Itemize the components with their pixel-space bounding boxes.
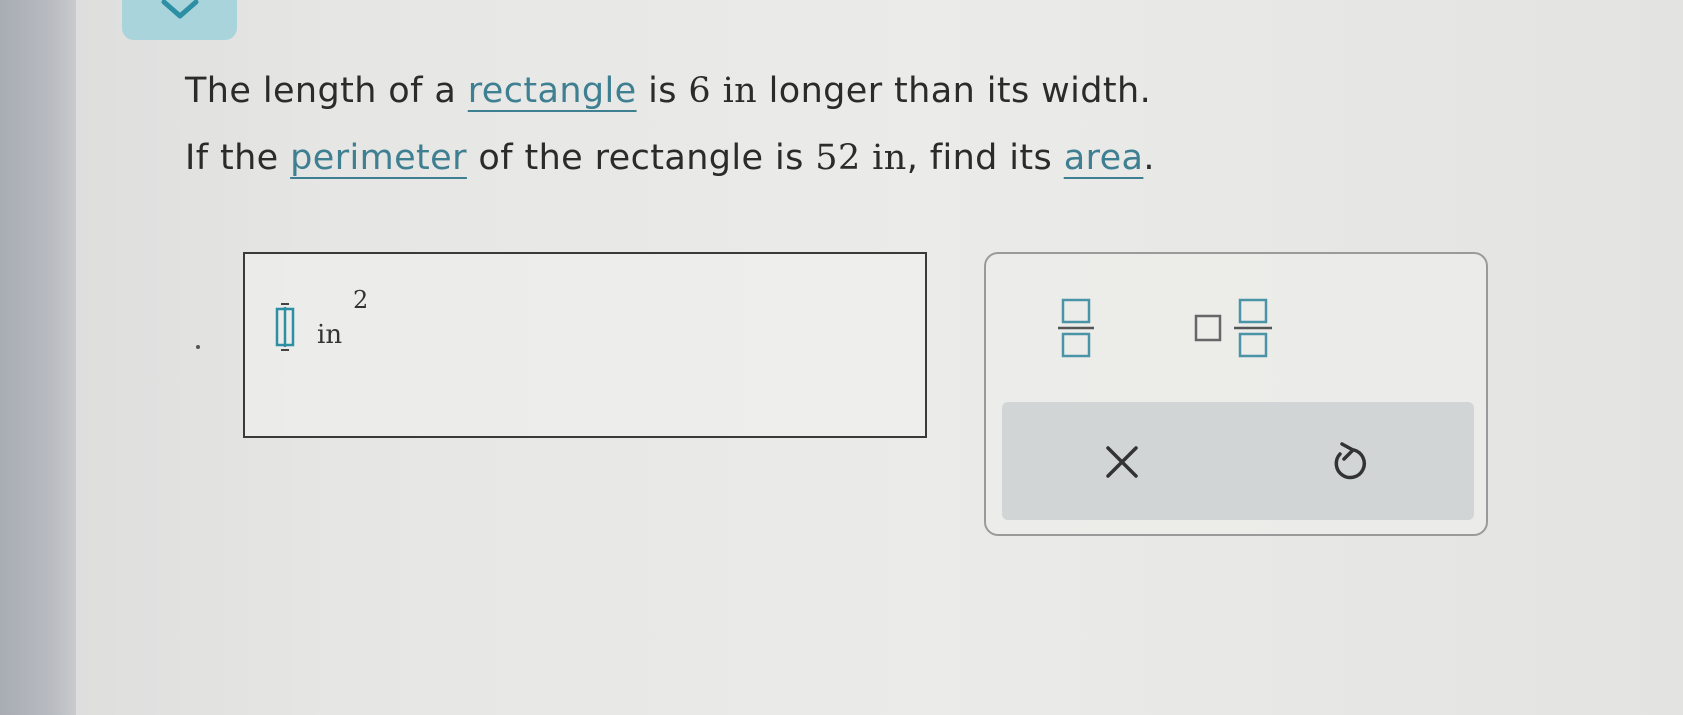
- decorative-dot: [196, 345, 200, 349]
- answer-input[interactable]: [275, 302, 295, 352]
- answer-box[interactable]: in 2: [243, 252, 927, 438]
- fraction-icon: [1058, 298, 1094, 358]
- length-difference-value: 6 in: [688, 71, 758, 111]
- fraction-button[interactable]: [1056, 294, 1096, 360]
- term-link-area[interactable]: area: [1064, 138, 1144, 178]
- perimeter-value: 52 in: [815, 138, 907, 178]
- undo-icon: [1334, 442, 1367, 480]
- answer-unit: in: [317, 320, 343, 350]
- question-line-2: If the perimeter of the rectangle is 52 …: [185, 138, 1155, 178]
- term-link-perimeter[interactable]: perimeter: [290, 138, 467, 178]
- collapse-tab[interactable]: [122, 0, 237, 40]
- left-sidebar-strip: [0, 0, 76, 715]
- answer-unit-exponent: 2: [353, 286, 369, 314]
- math-keypad: [984, 252, 1488, 536]
- mixed-number-button[interactable]: [1194, 294, 1278, 360]
- close-icon: [1106, 446, 1138, 478]
- chevron-down-icon: [161, 0, 199, 19]
- question-line-1: The length of a rectangle is 6 in longer…: [185, 71, 1152, 111]
- keypad-action-bar: [1002, 402, 1474, 520]
- clear-button[interactable]: [1092, 432, 1152, 492]
- term-link-rectangle[interactable]: rectangle: [468, 71, 637, 111]
- question-text: The length of a rectangle is 6 in longer…: [185, 58, 1155, 192]
- undo-button[interactable]: [1320, 432, 1380, 492]
- mixed-number-icon: [1194, 298, 1272, 358]
- input-cursor-icon: [275, 303, 295, 351]
